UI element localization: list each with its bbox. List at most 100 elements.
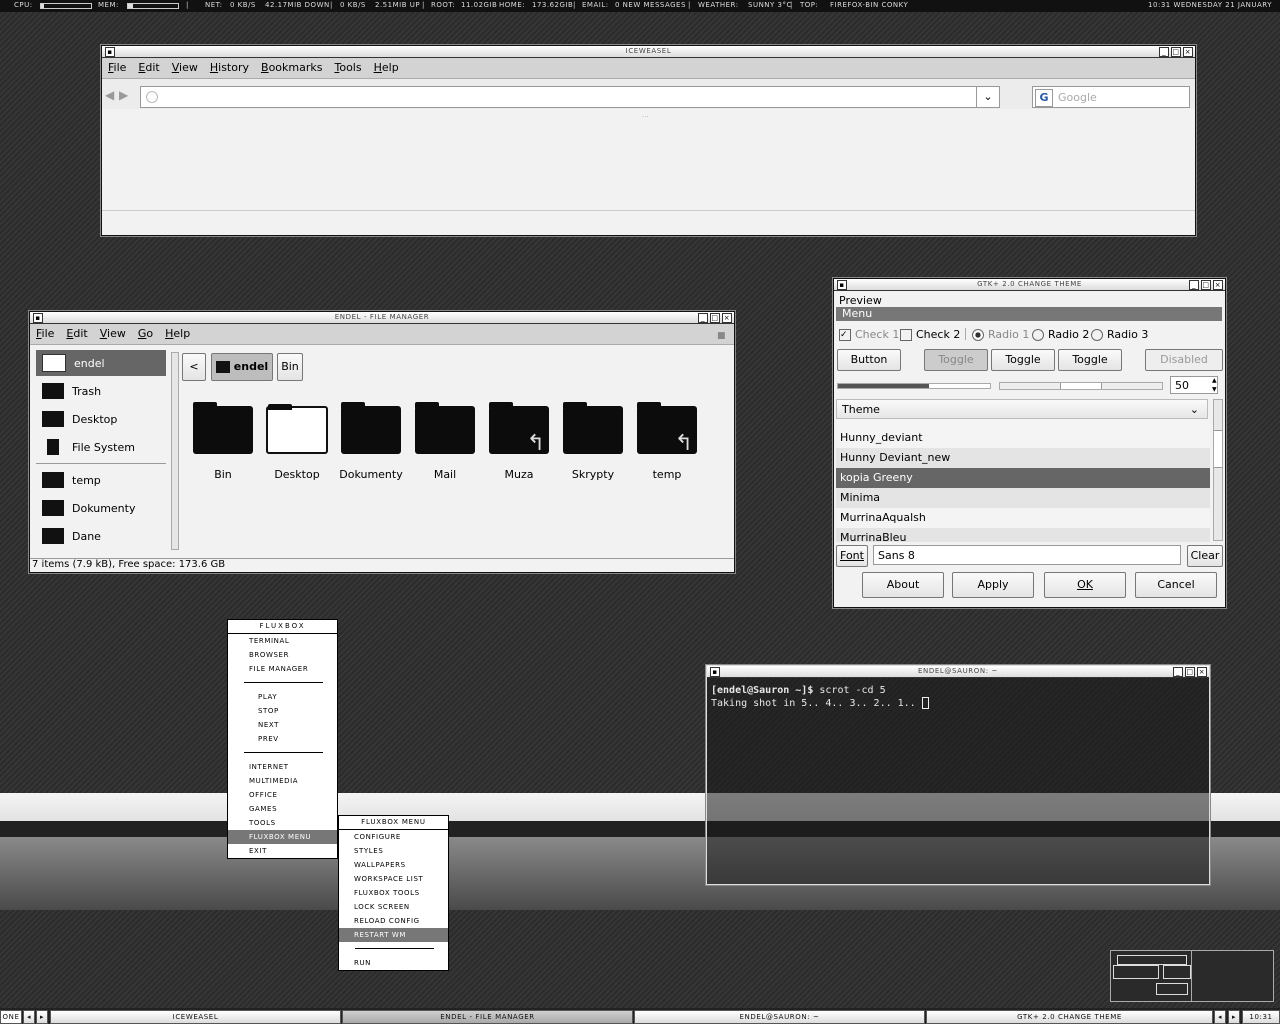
spin-arrows-icon[interactable]: ▲ ▼ bbox=[1212, 376, 1217, 394]
file-manager-titlebar[interactable]: ▪ ENDEL - FILE MANAGER _ □ × bbox=[30, 312, 734, 324]
window-menu-icon[interactable]: ▪ bbox=[105, 47, 115, 57]
minimize-icon[interactable]: _ bbox=[698, 313, 708, 323]
task-prev-icon[interactable]: ◂ bbox=[1214, 1010, 1226, 1024]
url-dropdown-icon[interactable]: ⌄ bbox=[976, 87, 999, 107]
sidebar-item-filesystem[interactable]: File System bbox=[36, 434, 166, 460]
menu-item-workspace-list[interactable]: Workspace List bbox=[339, 872, 448, 886]
browser-window[interactable]: ▪ ICEWEASEL _ □ × File Edit View History Boo… bbox=[101, 45, 1196, 236]
workspace-pager[interactable] bbox=[1110, 950, 1274, 1002]
menu-item-exit[interactable]: Exit bbox=[228, 844, 337, 858]
minimize-icon[interactable]: _ bbox=[1189, 280, 1199, 290]
menu-item-wallpapers[interactable]: Wallpapers bbox=[339, 858, 448, 872]
font-button[interactable]: Font bbox=[836, 545, 868, 567]
menu-file[interactable]: File bbox=[30, 324, 60, 344]
close-icon[interactable]: × bbox=[1213, 280, 1223, 290]
task-iceweasel[interactable]: ICEWEASEL bbox=[50, 1010, 341, 1024]
sidebar-item-dokumenty[interactable]: Dokumenty bbox=[36, 495, 166, 521]
menu-item-file-manager[interactable]: File Manager bbox=[228, 662, 337, 676]
theme-row[interactable]: MurrinaAqualsh bbox=[836, 508, 1210, 528]
workspace-prev-icon[interactable]: ◂ bbox=[23, 1010, 35, 1024]
file-item[interactable]: Mail bbox=[408, 402, 482, 486]
terminal-window[interactable]: ▪ ENDEL@SAURON: ~ _ □ × [endel@Sauron ~]… bbox=[706, 665, 1210, 885]
task-file-manager[interactable]: ENDEL - FILE MANAGER bbox=[342, 1010, 633, 1024]
menu-item-fluxbox-tools[interactable]: Fluxbox tools bbox=[339, 886, 448, 900]
spin-input[interactable]: 50 bbox=[1170, 376, 1218, 394]
about-button[interactable]: About bbox=[862, 572, 944, 598]
menu-item-browser[interactable]: Browser bbox=[228, 648, 337, 662]
maximize-icon[interactable]: □ bbox=[1171, 47, 1181, 57]
close-icon[interactable]: × bbox=[1183, 47, 1193, 57]
ok-button[interactable]: OK bbox=[1044, 572, 1126, 598]
sidebar-item-endel[interactable]: endel bbox=[36, 350, 166, 376]
apply-button[interactable]: Apply bbox=[952, 572, 1034, 598]
menu-item-configure[interactable]: Configure bbox=[339, 830, 448, 844]
maximize-icon[interactable]: □ bbox=[1185, 667, 1195, 677]
cancel-button[interactable]: Cancel bbox=[1135, 572, 1217, 598]
menu-item-tools[interactable]: Tools bbox=[228, 816, 337, 830]
theme-list-scrollbar[interactable] bbox=[1213, 399, 1223, 541]
toggle-pressed-button[interactable]: Toggle bbox=[924, 349, 988, 371]
maximize-icon[interactable]: □ bbox=[710, 313, 720, 323]
url-bar[interactable]: ⌄ bbox=[140, 86, 1000, 108]
window-menu-icon[interactable]: ▪ bbox=[33, 313, 43, 323]
path-button-endel[interactable]: endel bbox=[211, 353, 273, 381]
radio-1[interactable]: Radio 1 bbox=[972, 328, 1029, 341]
close-icon[interactable]: × bbox=[722, 313, 732, 323]
sidebar-item-trash[interactable]: Trash bbox=[36, 378, 166, 404]
sidebar-item-dane[interactable]: Dane bbox=[36, 523, 166, 549]
menu-item-restart-wm[interactable]: Restart WM bbox=[339, 928, 448, 942]
theme-row[interactable]: Minima bbox=[836, 488, 1210, 508]
file-manager-window[interactable]: ▪ ENDEL - FILE MANAGER _ □ × File Edit Vie… bbox=[29, 311, 735, 573]
back-button[interactable]: < bbox=[182, 353, 206, 381]
font-field[interactable]: Sans 8 bbox=[873, 545, 1181, 565]
radio-2[interactable]: Radio 2 bbox=[1032, 328, 1089, 341]
menu-item-terminal[interactable]: Terminal bbox=[228, 634, 337, 648]
theme-column-header[interactable]: Theme ⌄ bbox=[836, 399, 1208, 419]
workspace-1-thumb[interactable] bbox=[1111, 951, 1192, 1001]
workspace-next-icon[interactable]: ▸ bbox=[36, 1010, 48, 1024]
google-engine-icon[interactable]: G bbox=[1035, 89, 1053, 107]
menu-item-multimedia[interactable]: Multimedia bbox=[228, 774, 337, 788]
menu-item-lock-screen[interactable]: Lock screen bbox=[339, 900, 448, 914]
menu-bookmarks[interactable]: Bookmarks bbox=[255, 58, 328, 78]
window-menu-icon[interactable]: ▪ bbox=[837, 280, 847, 290]
minimize-icon[interactable]: _ bbox=[1159, 47, 1169, 57]
menu-item-games[interactable]: Games bbox=[228, 802, 337, 816]
forward-arrow-icon[interactable]: ▶ bbox=[119, 88, 128, 102]
sidebar-item-desktop[interactable]: Desktop bbox=[36, 406, 166, 432]
menu-item-next[interactable]: Next bbox=[228, 718, 337, 732]
menu-item-office[interactable]: Office bbox=[228, 788, 337, 802]
preview-menu[interactable]: Menu bbox=[836, 307, 1222, 321]
workspace-name[interactable]: ONE bbox=[0, 1010, 22, 1024]
close-icon[interactable]: × bbox=[1197, 667, 1207, 677]
menu-edit[interactable]: Edit bbox=[60, 324, 93, 344]
file-item[interactable]: Skrypty bbox=[556, 402, 630, 486]
theme-row-selected[interactable]: kopia Greeny bbox=[836, 468, 1210, 488]
toggle-button[interactable]: Toggle bbox=[991, 349, 1055, 371]
window-menu-icon[interactable]: ▪ bbox=[710, 667, 720, 677]
minimize-icon[interactable]: _ bbox=[1173, 667, 1183, 677]
menu-view[interactable]: View bbox=[94, 324, 132, 344]
menu-item-play[interactable]: Play bbox=[228, 690, 337, 704]
file-item[interactable]: Desktop bbox=[260, 404, 334, 486]
menu-help[interactable]: Help bbox=[159, 324, 196, 344]
task-next-icon[interactable]: ▸ bbox=[1228, 1010, 1240, 1024]
menu-go[interactable]: Go bbox=[132, 324, 159, 344]
menu-item-reload-config[interactable]: Reload config bbox=[339, 914, 448, 928]
menu-help[interactable]: Help bbox=[368, 58, 405, 78]
menu-history[interactable]: History bbox=[204, 58, 255, 78]
gtk-theme-window[interactable]: ▪ GTK+ 2.0 CHANGE THEME _ □ × Preview Me… bbox=[833, 278, 1226, 608]
menu-edit[interactable]: Edit bbox=[132, 58, 165, 78]
file-item[interactable]: Dokumenty bbox=[334, 402, 408, 486]
task-gtk-theme[interactable]: GTK+ 2.0 CHANGE THEME bbox=[926, 1010, 1213, 1024]
theme-row[interactable]: MurrinaBleu bbox=[836, 528, 1210, 542]
browser-titlebar[interactable]: ▪ ICEWEASEL _ □ × bbox=[102, 46, 1195, 58]
check-2[interactable]: Check 2 bbox=[900, 328, 960, 341]
menu-file[interactable]: File bbox=[102, 58, 132, 78]
menu-item-styles[interactable]: Styles bbox=[339, 844, 448, 858]
preview-hscrollbar[interactable] bbox=[999, 382, 1163, 390]
menu-item-internet[interactable]: Internet bbox=[228, 760, 337, 774]
radio-3[interactable]: Radio 3 bbox=[1091, 328, 1148, 341]
terminal-titlebar[interactable]: ▪ ENDEL@SAURON: ~ _ □ × bbox=[707, 666, 1209, 678]
toggle-button[interactable]: Toggle bbox=[1058, 349, 1122, 371]
